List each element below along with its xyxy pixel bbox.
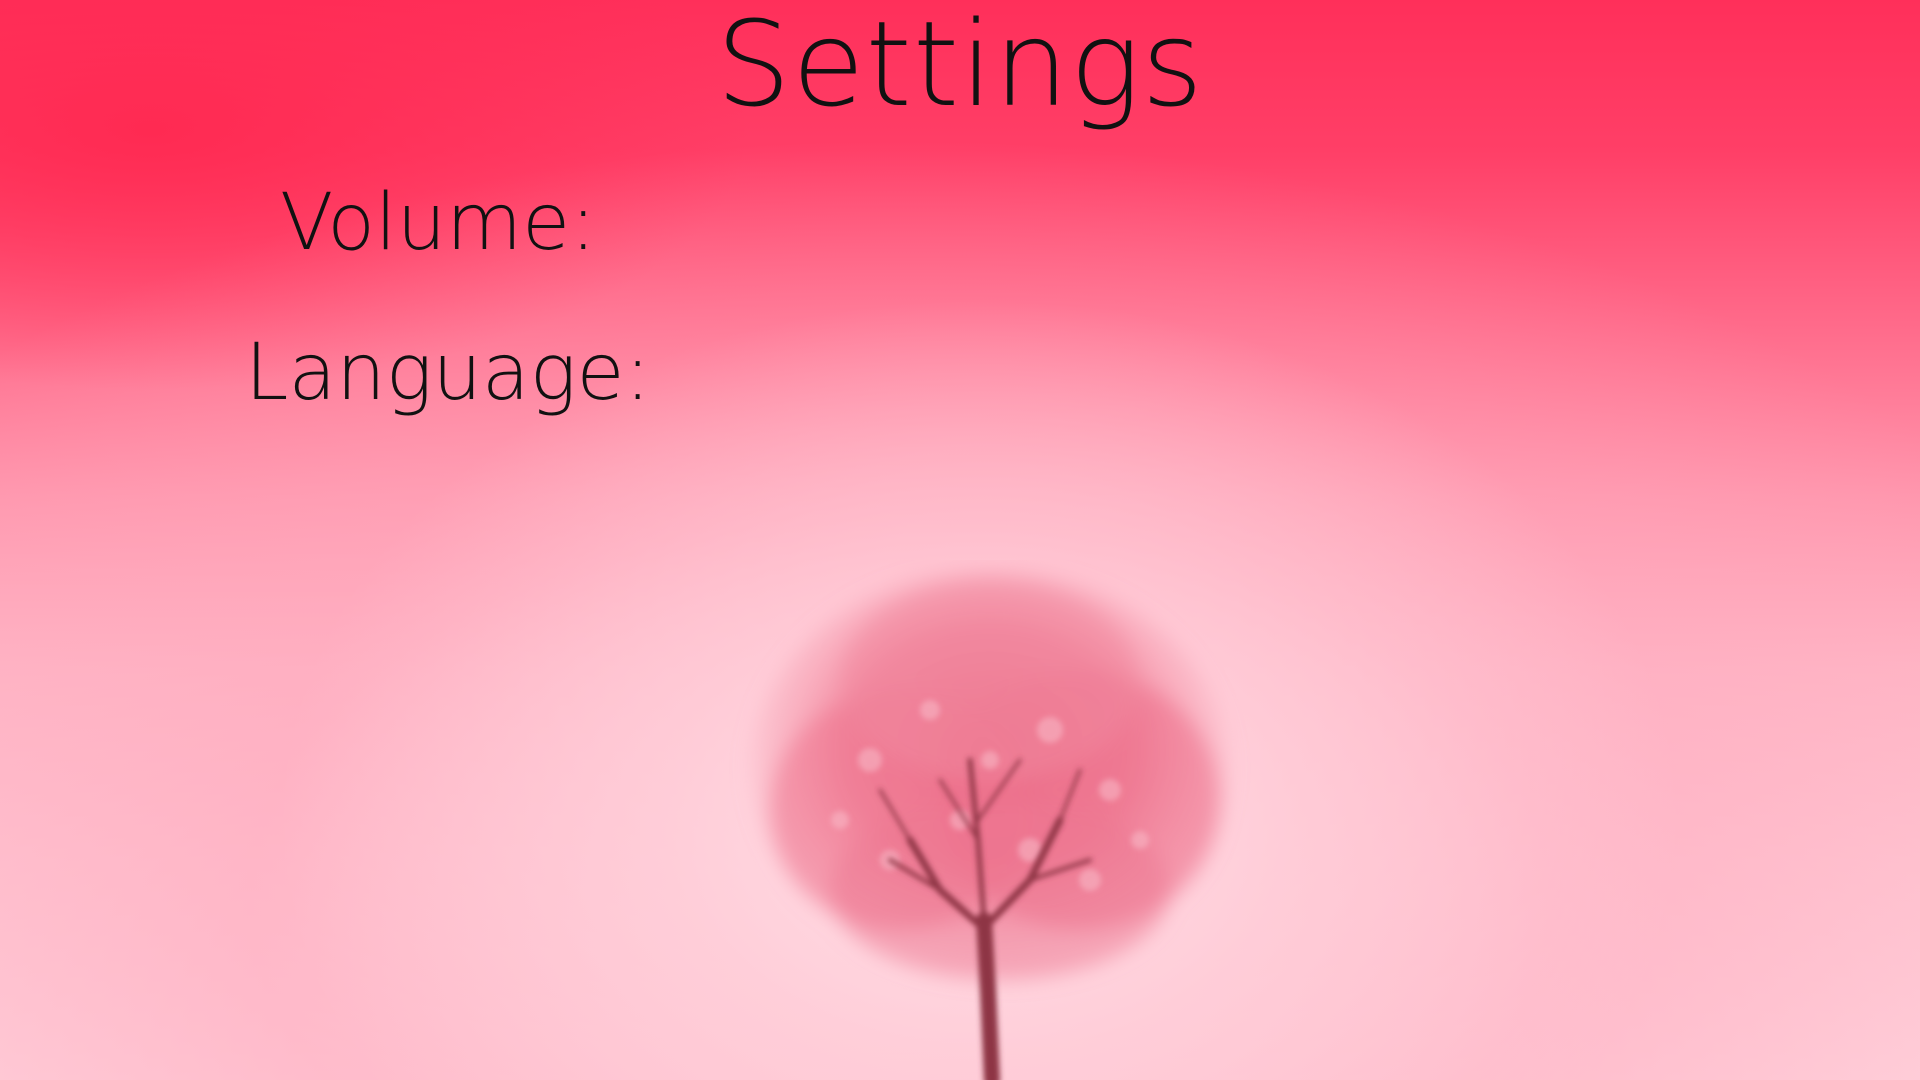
volume-label: Volume: (280, 178, 597, 268)
language-label: Language: (245, 328, 651, 418)
page-title: Settings (716, 0, 1204, 133)
settings-screen: Settings Volume: Language: (0, 0, 1920, 1080)
cherry-blossom-tree-icon (750, 570, 1230, 1080)
